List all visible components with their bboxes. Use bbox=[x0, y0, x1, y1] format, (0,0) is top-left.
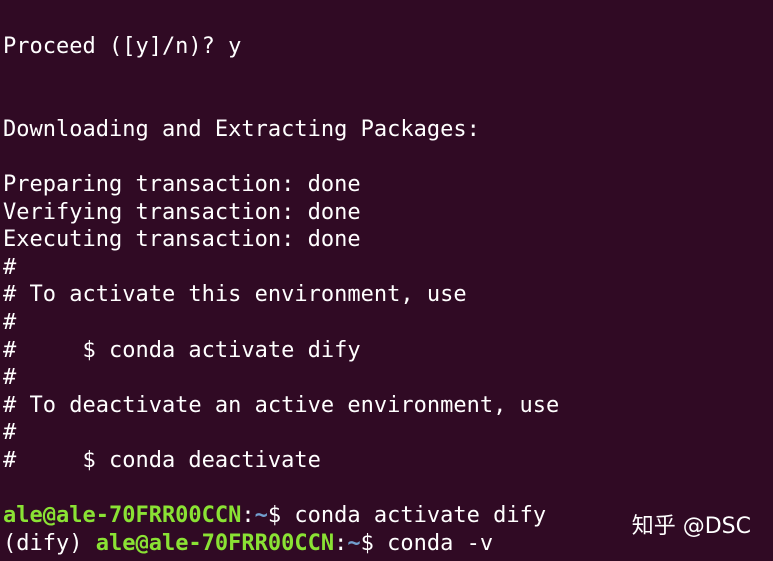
prompt-symbol: $ bbox=[360, 530, 388, 556]
prompt-user-host: ale@ale-70FRR00CCN bbox=[95, 530, 335, 556]
prompt-user-host: ale@ale-70FRR00CCN bbox=[3, 503, 242, 529]
output-line: # $ conda deactivate bbox=[3, 447, 321, 473]
output-line: Executing transaction: done bbox=[3, 227, 361, 253]
prompt-path: ~ bbox=[254, 503, 268, 529]
output-line: Proceed ([y]/n)? y bbox=[3, 34, 242, 59]
prompt-colon: : bbox=[241, 503, 255, 529]
output-line: # bbox=[3, 365, 17, 391]
output-line: # $ conda activate dify bbox=[3, 337, 361, 363]
prompt-env: (dify) bbox=[3, 530, 96, 556]
output-line: # bbox=[3, 420, 17, 446]
prompt-path: ~ bbox=[347, 530, 361, 556]
prompt-symbol: $ bbox=[267, 503, 295, 529]
watermark: 知乎 @DSC bbox=[631, 514, 751, 540]
output-line: Verifying transaction: done bbox=[3, 199, 361, 225]
command-input[interactable]: conda -v bbox=[387, 531, 493, 556]
output-line: # bbox=[3, 254, 17, 280]
output-line: # To activate this environment, use bbox=[3, 282, 467, 308]
terminal-output: Proceed ([y]/n)? y Downloading and Extra… bbox=[3, 33, 773, 502]
output-line: # bbox=[3, 309, 17, 335]
prompt-command: conda activate dify bbox=[294, 503, 547, 529]
prompt-colon: : bbox=[334, 530, 348, 556]
output-line: # To deactivate an active environment, u… bbox=[3, 392, 560, 418]
output-line: Preparing transaction: done bbox=[3, 171, 361, 197]
output-line: Downloading and Extracting Packages: bbox=[3, 116, 480, 142]
terminal-window[interactable]: Proceed ([y]/n)? y Downloading and Extra… bbox=[0, 0, 773, 561]
